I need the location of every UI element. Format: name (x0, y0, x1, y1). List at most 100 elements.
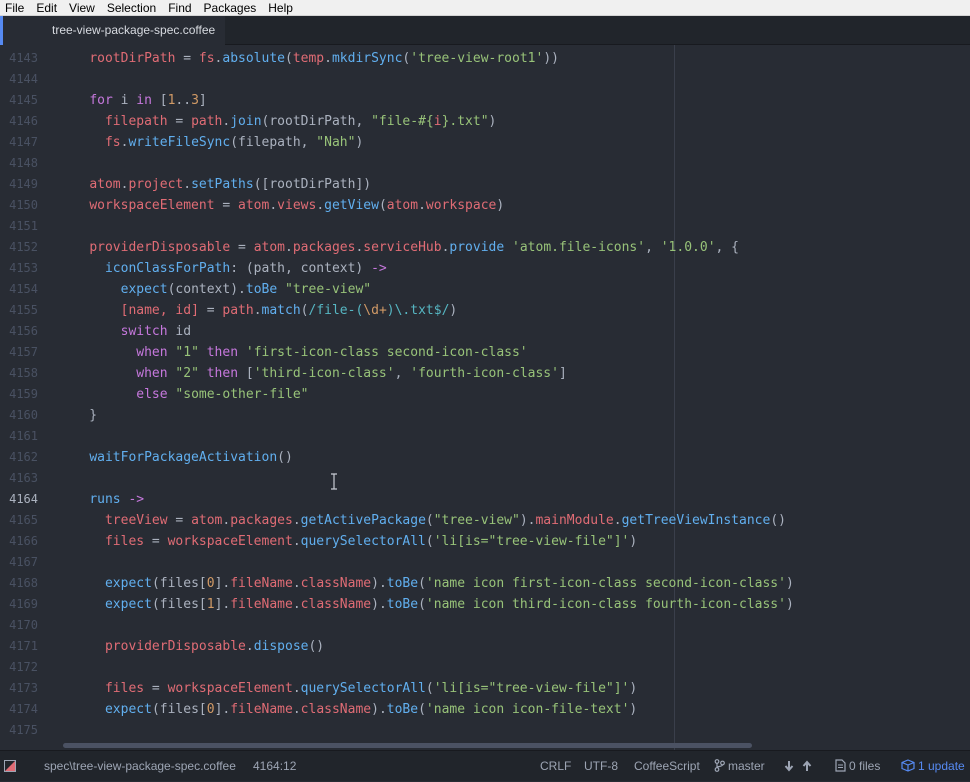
code-editor[interactable]: 4143 4144 4145 4146 4147 4148 4149 4150 4151 4152… (0, 45, 970, 750)
code-token: . (183, 177, 192, 192)
code-token: : (path, context) (230, 261, 372, 276)
git-branch-icon (714, 759, 725, 772)
code-token: toBe (245, 282, 278, 297)
code-token: in (136, 93, 152, 108)
code-token: atom (386, 198, 419, 213)
status-updates[interactable]: 1 update (901, 751, 965, 782)
code-line: else "some-other-file" (58, 384, 308, 405)
code-token: }.txt" (441, 114, 489, 129)
code-token: ). (371, 597, 387, 612)
menu-item-find[interactable]: Find (162, 0, 197, 16)
code-token: ( (378, 198, 387, 213)
code-line: switch id (58, 321, 191, 342)
updates-label: 1 update (918, 759, 965, 773)
code-line: expect(context).toBe "tree-view" (58, 279, 371, 300)
code-token: match (261, 303, 301, 318)
code-token: ( (418, 702, 426, 717)
code-token: setPaths (191, 177, 254, 192)
code-token: "1" (175, 345, 199, 360)
code-token: 0 (206, 702, 215, 717)
code-token: )) (543, 51, 559, 66)
status-file-path[interactable]: spec\tree-view-package-spec.coffee (44, 751, 236, 782)
code-token: atom (191, 513, 223, 528)
git-pull-icon[interactable] (784, 751, 794, 782)
code-token: () (308, 639, 325, 654)
code-token: packages (292, 240, 356, 255)
status-git-branch[interactable]: master (714, 751, 765, 782)
menu-item-edit[interactable]: Edit (30, 0, 63, 16)
code-line: files = workspaceElement.querySelectorAl… (58, 531, 637, 552)
menu-item-help[interactable]: Help (262, 0, 299, 16)
code-token: 'name icon third-icon-class fourth-icon-… (425, 597, 786, 612)
status-files-changed[interactable]: 0 files (835, 751, 880, 782)
line-number: 4167 (9, 555, 38, 569)
status-cursor-position[interactable]: 4164:12 (253, 751, 296, 782)
code-token: ( (418, 597, 426, 612)
code-token: (rootDirPath, (261, 114, 372, 129)
code-token: runs (89, 492, 121, 507)
code-token: .. (175, 93, 192, 108)
line-number: 4171 (9, 639, 38, 653)
code-token: 'name icon icon-file-text' (425, 702, 630, 717)
code-token: "file-#{ (371, 114, 434, 129)
code-token: ( (285, 51, 293, 66)
status-line-ending[interactable]: CRLF (540, 751, 571, 782)
code-token: getTreeViewInstance (621, 513, 771, 528)
tab-bar: tree-view-package-spec.coffee (0, 16, 970, 45)
status-encoding[interactable]: UTF-8 (584, 751, 618, 782)
code-token: join (230, 114, 262, 129)
tab-active-file[interactable]: tree-view-package-spec.coffee (0, 16, 225, 45)
wrap-guide (674, 45, 675, 750)
code-line: runs -> (58, 489, 144, 510)
code-token: filepath (104, 114, 168, 129)
code-token: = (167, 513, 192, 528)
code-token: -> (371, 261, 387, 276)
menu-item-packages[interactable]: Packages (198, 0, 263, 16)
code-token: ]. (214, 576, 231, 591)
code-line: for i in [1..3] (58, 90, 206, 111)
code-token: . (292, 681, 301, 696)
git-push-icon[interactable] (802, 751, 812, 782)
line-number: 4174 (9, 702, 38, 716)
line-number: 4158 (9, 366, 38, 380)
code-token: . (316, 198, 325, 213)
code-token: 'name icon first-icon-class second-icon-… (425, 576, 786, 591)
code-line: waitForPackageActivation() (58, 447, 293, 468)
code-token: ) (496, 198, 505, 213)
ibeam-cursor-icon (331, 473, 337, 490)
menu-item-view[interactable]: View (63, 0, 101, 16)
code-token: 'li[is="tree-view-file"]' (433, 681, 630, 696)
code-token: "Nah" (316, 135, 356, 150)
code-token: expect (120, 282, 168, 297)
status-grammar[interactable]: CoffeeScript (634, 751, 700, 782)
menu-item-file[interactable]: File (0, 0, 30, 16)
code-line: rootDirPath = fs.absolute(temp.mkdirSync… (58, 48, 559, 69)
code-line: workspaceElement = atom.views.getView(at… (58, 195, 504, 216)
code-token: ([rootDirPath]) (253, 177, 372, 192)
line-number: 4144 (9, 72, 38, 86)
code-token: ]. (214, 702, 231, 717)
menu-item-selection[interactable]: Selection (101, 0, 162, 16)
line-number-gutter: 4143 4144 4145 4146 4147 4148 4149 4150 4151 4152… (0, 45, 60, 750)
horizontal-scrollbar[interactable] (63, 743, 752, 748)
line-number: 4156 (9, 324, 38, 338)
line-number: 4157 (9, 345, 38, 359)
code-token: ). (371, 576, 387, 591)
code-token: 0 (206, 576, 215, 591)
code-token: fileName (230, 597, 293, 612)
code-token: when (136, 345, 168, 360)
line-number: 4145 (9, 93, 38, 107)
